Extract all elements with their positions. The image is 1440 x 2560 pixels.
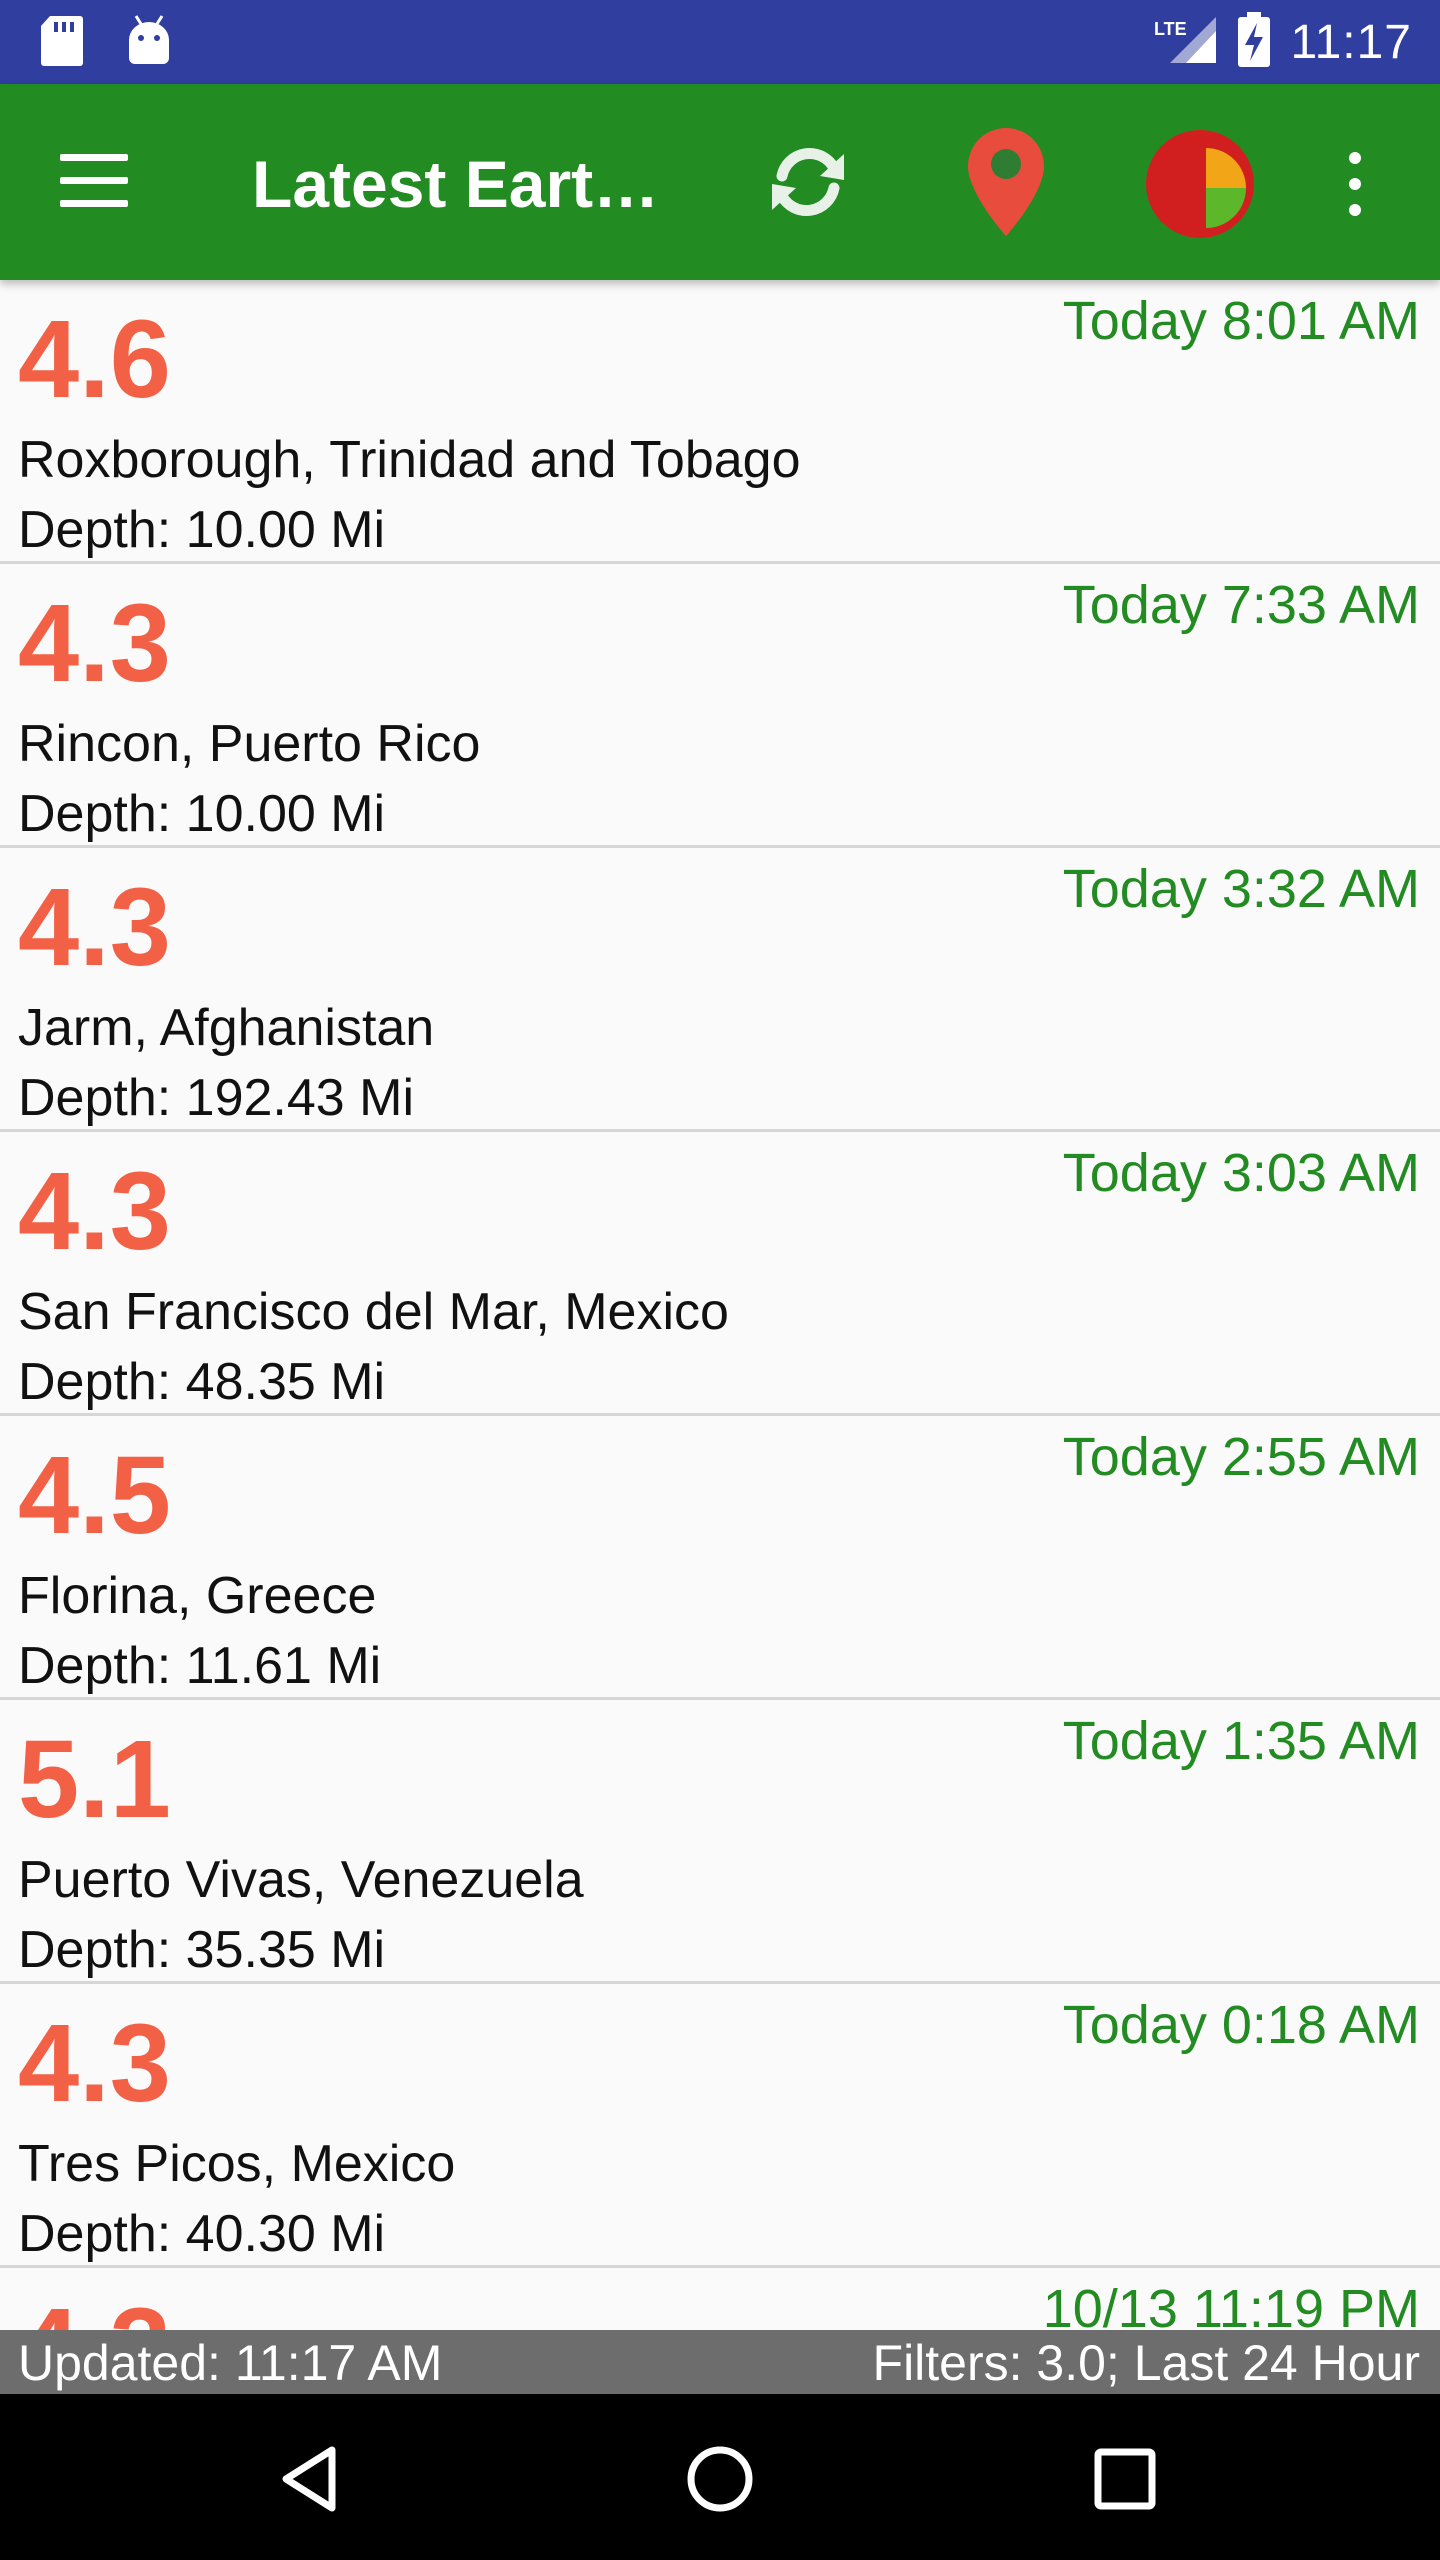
list-item[interactable]: 4.5 Today 2:55 AM Florina, Greece Depth:… — [0, 1416, 1440, 1700]
magnitude: 5.1 — [18, 1718, 171, 1841]
list-item[interactable]: 4.3 Today 3:03 AM San Francisco del Mar,… — [0, 1132, 1440, 1416]
magnitude: 4.3 — [18, 2288, 171, 2331]
map-pin-icon — [968, 128, 1044, 236]
footer-status-bar: Updated: 11:17 AM Filters: 3.0; Last 24 … — [0, 2330, 1440, 2394]
recents-icon — [1094, 2448, 1156, 2510]
magnitude: 4.3 — [18, 866, 171, 989]
home-button[interactable] — [675, 2434, 765, 2524]
back-button[interactable] — [270, 2434, 360, 2524]
event-location: Tres Picos, Mexico — [18, 2135, 456, 2193]
svg-text:LTE: LTE — [1154, 19, 1187, 39]
magnitude: 4.3 — [18, 2002, 171, 2125]
event-time: Today 8:01 AM — [1062, 291, 1420, 351]
more-vert-icon — [1349, 152, 1361, 164]
list-item[interactable]: 4.6 Today 8:01 AM Roxborough, Trinidad a… — [0, 280, 1440, 564]
home-icon — [687, 2446, 753, 2512]
earthquake-list[interactable]: 4.6 Today 8:01 AM Roxborough, Trinidad a… — [0, 280, 1440, 2330]
event-depth: Depth: 40.30 Mi — [18, 2205, 386, 2263]
magnitude: 4.3 — [18, 1150, 171, 1273]
last-updated-label: Updated: 11:17 AM — [18, 2335, 443, 2391]
event-location: San Francisco del Mar, Mexico — [18, 1283, 729, 1341]
event-time: Today 1:35 AM — [1062, 1711, 1420, 1771]
event-location: Puerto Vivas, Venezuela — [18, 1851, 584, 1909]
map-button[interactable] — [962, 124, 1050, 240]
pie-chart-icon — [1146, 130, 1254, 238]
filters-label: Filters: 3.0; Last 24 Hour — [872, 2335, 1420, 2391]
navigation-bar — [0, 2394, 1440, 2560]
magnitude: 4.6 — [18, 298, 171, 421]
more-vert-dot — [1349, 178, 1361, 190]
clock: 11:17 — [1290, 15, 1412, 69]
page-title: Latest Earth… — [252, 147, 692, 221]
menu-button[interactable] — [60, 154, 132, 210]
event-location: Florina, Greece — [18, 1567, 377, 1625]
event-location: Rincon, Puerto Rico — [18, 715, 481, 773]
sd-card-icon — [40, 14, 84, 73]
list-item[interactable]: 5.1 Today 1:35 AM Puerto Vivas, Venezuel… — [0, 1700, 1440, 1984]
app-bar: Latest Earth… — [0, 84, 1440, 280]
event-depth: Depth: 48.35 Mi — [18, 1353, 386, 1411]
list-item[interactable]: 4.3 10/13 11:19 PM — [0, 2268, 1440, 2330]
lte-signal-icon: LTE — [1152, 13, 1218, 72]
event-depth: Depth: 35.35 Mi — [18, 1921, 386, 1979]
event-time: Today 3:03 AM — [1062, 1143, 1420, 1203]
list-item[interactable]: 4.3 Today 0:18 AM Tres Picos, Mexico Dep… — [0, 1984, 1440, 2268]
refresh-icon — [772, 147, 844, 217]
refresh-button[interactable] — [762, 136, 854, 228]
android-icon — [126, 14, 172, 73]
event-depth: Depth: 10.00 Mi — [18, 785, 386, 843]
overflow-menu-button[interactable] — [1340, 152, 1370, 216]
status-bar: LTE 11:17 — [0, 0, 1440, 84]
battery-charging-icon — [1236, 11, 1272, 74]
event-time: 10/13 11:19 PM — [1042, 2279, 1420, 2330]
event-time: Today 0:18 AM — [1062, 1995, 1420, 2055]
hamburger-line — [60, 200, 128, 207]
event-depth: Depth: 11.61 Mi — [18, 1637, 382, 1695]
more-vert-dot — [1349, 204, 1361, 216]
event-time: Today 3:32 AM — [1062, 859, 1420, 919]
back-icon — [282, 2446, 336, 2512]
event-location: Jarm, Afghanistan — [18, 999, 435, 1057]
event-depth: Depth: 10.00 Mi — [18, 501, 386, 559]
event-time: Today 7:33 AM — [1062, 575, 1420, 635]
event-depth: Depth: 192.43 Mi — [18, 1069, 415, 1127]
magnitude: 4.5 — [18, 1434, 171, 1557]
recents-button[interactable] — [1080, 2434, 1170, 2524]
magnitude: 4.3 — [18, 582, 171, 705]
event-location: Roxborough, Trinidad and Tobago — [18, 431, 801, 489]
hamburger-line — [60, 177, 128, 184]
list-item[interactable]: 4.3 Today 7:33 AM Rincon, Puerto Rico De… — [0, 564, 1440, 848]
hamburger-icon — [60, 154, 128, 161]
event-time: Today 2:55 AM — [1062, 1427, 1420, 1487]
statistics-button[interactable] — [1144, 128, 1256, 240]
list-item[interactable]: 4.3 Today 3:32 AM Jarm, Afghanistan Dept… — [0, 848, 1440, 1132]
